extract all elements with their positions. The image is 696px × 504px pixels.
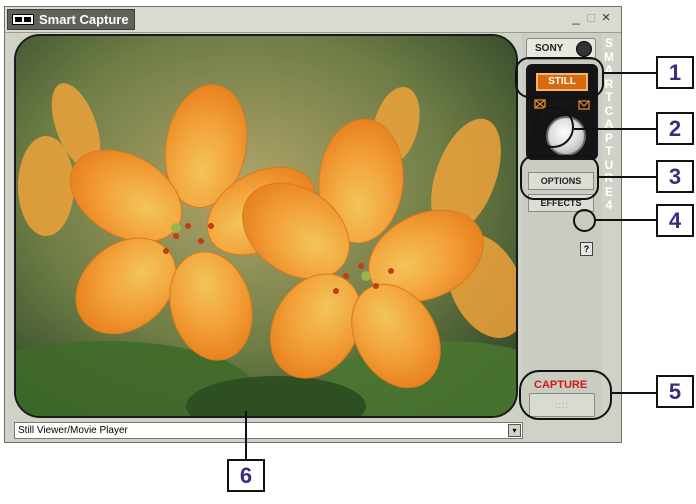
callout-ring-3: [520, 155, 599, 200]
callout-3: 3: [656, 160, 694, 193]
app-logo-icon: [12, 14, 34, 25]
minimize-button[interactable]: _: [569, 10, 583, 26]
callout-ring-5: [519, 370, 612, 420]
callout-line-3: [599, 176, 658, 178]
callout-ring-1: [515, 57, 604, 98]
image-viewer[interactable]: [14, 34, 518, 418]
dropdown-arrow-icon[interactable]: ▾: [508, 424, 521, 437]
close-button[interactable]: ×: [599, 10, 613, 26]
callout-line-6: [245, 411, 247, 459]
callout-6: 6: [227, 459, 265, 492]
callout-1: 1: [656, 56, 694, 89]
callout-ring-2: [532, 106, 574, 148]
flower-photo: [16, 36, 516, 416]
knob-icon[interactable]: [576, 41, 592, 57]
brand-label: SONY: [535, 43, 564, 54]
callout-line-1: [604, 72, 658, 74]
product-name-text: SMART CAPTURE 4: [604, 36, 614, 212]
callout-line-2: [574, 128, 658, 130]
viewer-mode-value: Still Viewer/Movie Player: [18, 425, 128, 436]
callout-2: 2: [656, 112, 694, 145]
callout-5: 5: [656, 375, 694, 408]
maximize-button[interactable]: □: [584, 10, 598, 26]
title-tab: Smart Capture: [7, 9, 135, 30]
callout-line-4: [596, 219, 658, 221]
callout-line-5: [612, 392, 658, 394]
window-title: Smart Capture: [39, 12, 129, 27]
title-bar[interactable]: Smart Capture _ □ ×: [5, 7, 621, 33]
callout-4: 4: [656, 204, 694, 237]
callout-ring-4: [573, 209, 596, 232]
vertical-product-name: SMART CAPTURE 4: [602, 36, 616, 213]
mail-icon: [578, 100, 590, 110]
viewer-mode-select[interactable]: Still Viewer/Movie Player ▾: [14, 422, 523, 439]
help-icon[interactable]: ?: [580, 242, 593, 256]
